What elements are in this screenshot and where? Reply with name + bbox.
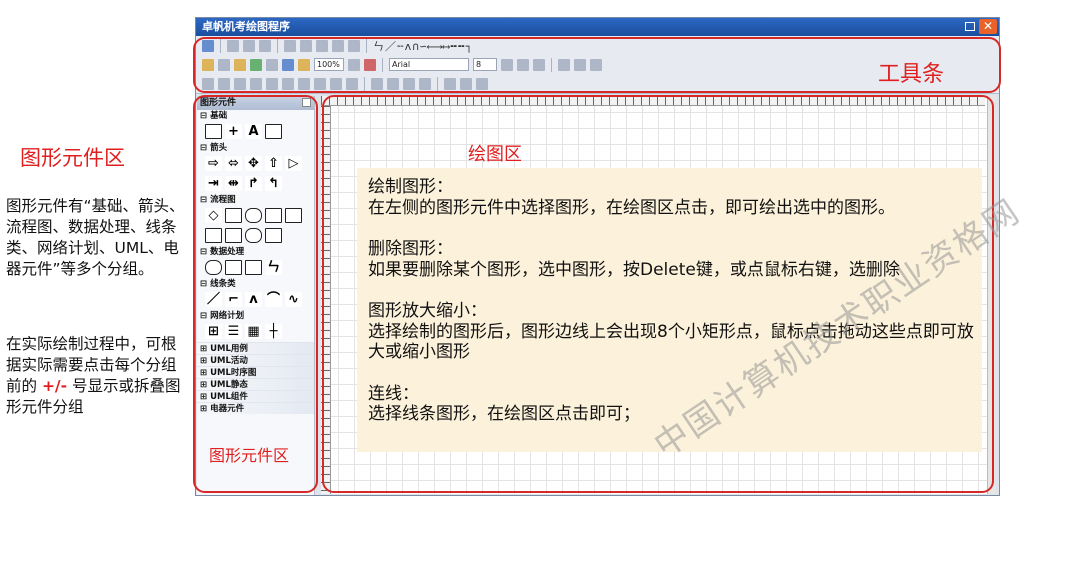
plus-minus-highlight: +/- <box>41 377 68 395</box>
palette-highlight <box>193 95 318 493</box>
toolbar-label: 工具条 <box>878 62 945 87</box>
palette-area-title: 图形元件区 <box>20 146 125 170</box>
note-title: 连线： <box>368 383 419 404</box>
note-draw: 绘制图形： 在左侧的图形元件中选择图形，在绘图区点击，即可绘出选中的图形。 <box>368 177 978 218</box>
palette-usage-description: 在实际绘制过程中，可根据实际需要点击每个分组前的 +/- 号显示或拆叠图形元件分… <box>6 334 186 418</box>
palette-area-label: 图形元件区 <box>209 446 290 465</box>
close-icon[interactable]: ✕ <box>979 19 997 34</box>
draw-area-label: 绘图区 <box>468 144 522 165</box>
note-body: 选择绘制的图形后，图形边线上会出现8个小矩形点，鼠标点击拖动这些点即可放大或缩小… <box>368 321 974 363</box>
maximize-icon[interactable] <box>965 22 975 31</box>
note-title: 绘制图形： <box>368 177 453 197</box>
note-title: 删除图形： <box>368 239 453 259</box>
title-bar: 卓帆机考绘图程序 ✕ <box>196 18 999 36</box>
palette-description: 图形元件有“基础、箭头、流程图、数据处理、线条类、网络计划、UML、电器元件”等… <box>6 197 185 278</box>
window-title: 卓帆机考绘图程序 <box>202 20 290 33</box>
note-body: 在左侧的图形元件中选择图形，在绘图区点击，即可绘出选中的图形。 <box>368 197 895 218</box>
